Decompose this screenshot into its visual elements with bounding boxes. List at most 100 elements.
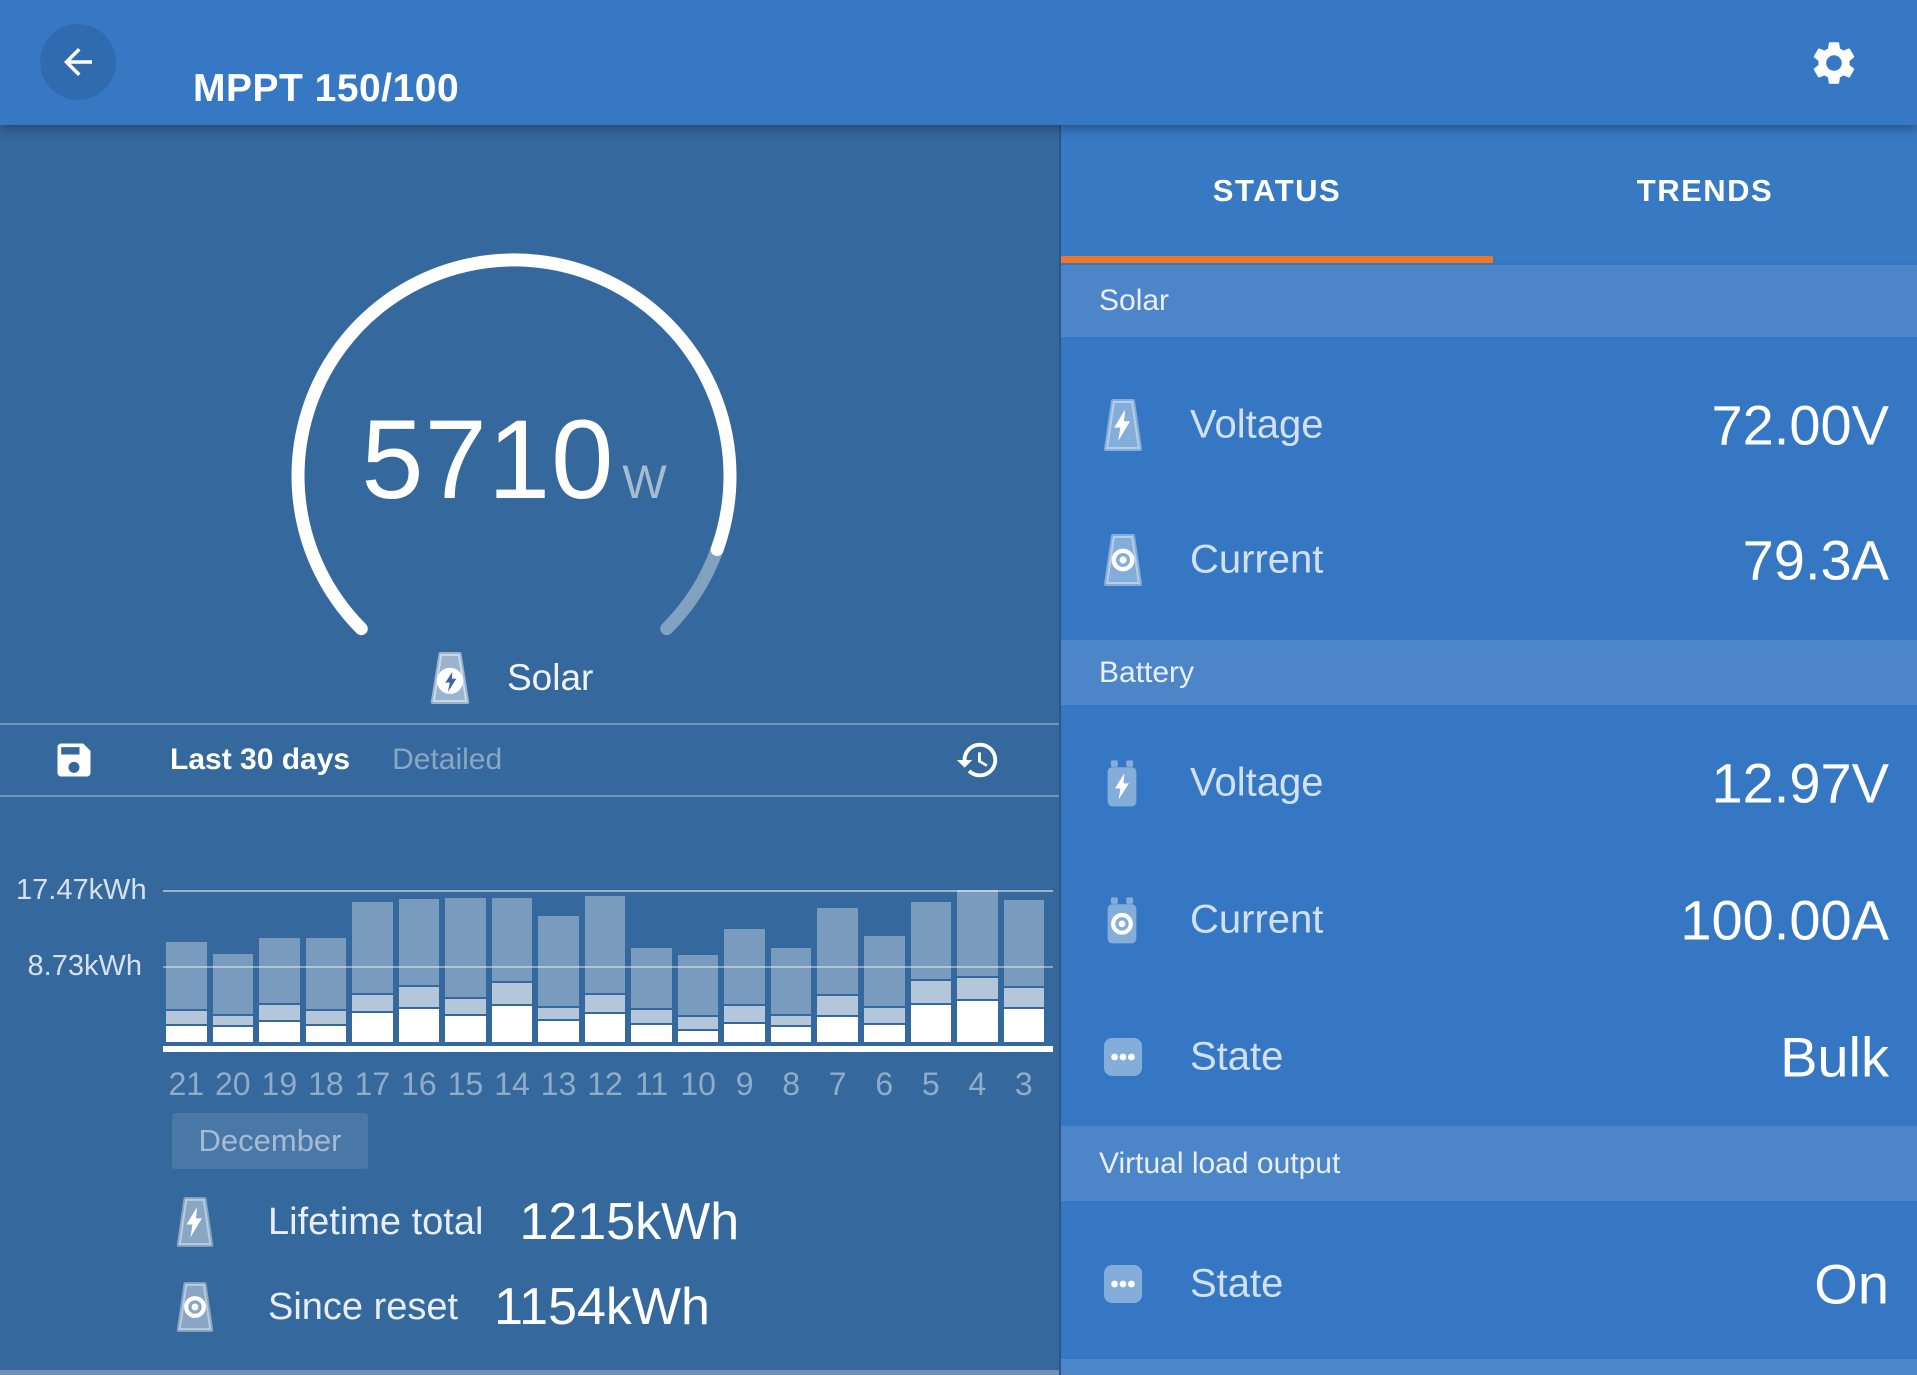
row-label: State — [1190, 1035, 1283, 1080]
segment-middle-light — [259, 1005, 300, 1020]
segment-middle-light — [585, 995, 626, 1012]
since-reset-label: Since reset — [268, 1286, 458, 1329]
settings-button[interactable] — [1808, 37, 1860, 89]
gauge-arc-remainder — [667, 550, 717, 629]
x-axis-day-labels: 2120191817161514131211109876543 — [166, 1066, 1044, 1103]
chart-bar-day-6[interactable] — [864, 936, 905, 1042]
segment-top-pale — [911, 902, 952, 979]
segment-top-pale — [864, 936, 905, 1006]
row-label: Current — [1190, 538, 1323, 583]
segment-middle-light — [817, 996, 858, 1015]
solar-panel-bolt-circle-icon — [425, 649, 475, 707]
since-reset-value: 1154kWh — [494, 1277, 710, 1337]
chart-bar-day-12[interactable] — [585, 896, 626, 1042]
chart-bar-day-13[interactable] — [538, 916, 579, 1042]
chart-bar-day-16[interactable] — [399, 899, 440, 1042]
segment-bottom-white — [864, 1025, 905, 1042]
lifetime-total-row: Lifetime total 1215kWh — [172, 1193, 739, 1251]
segment-top-pale — [306, 938, 347, 1009]
day-label: 9 — [724, 1066, 765, 1103]
back-button[interactable] — [40, 24, 116, 100]
gauge-caption: Solar — [425, 649, 593, 707]
chart-bar-day-7[interactable] — [817, 908, 858, 1042]
solar-voltage-row: Voltage 72.00V — [1061, 370, 1917, 480]
chart-bar-day-11[interactable] — [631, 948, 672, 1042]
gauge-value: 5710 — [361, 395, 614, 524]
segment-top-pale — [724, 929, 765, 1004]
y-axis-label-top: 17.47kWh — [16, 874, 142, 907]
left-panel-bottom-edge — [0, 1370, 1059, 1375]
day-label: 5 — [911, 1066, 952, 1103]
segment-bottom-white — [306, 1026, 347, 1042]
range-tab-detailed[interactable]: Detailed — [392, 743, 502, 777]
chart-bar-day-9[interactable] — [724, 929, 765, 1042]
segment-top-pale — [631, 948, 672, 1008]
chart-bar-day-15[interactable] — [445, 898, 486, 1042]
segment-middle-light — [492, 983, 533, 1004]
segment-bottom-white — [259, 1022, 300, 1042]
status-panel: STATUS TRENDS Solar Voltage 72.00V Curre… — [1061, 125, 1917, 1375]
state-dots-icon — [1099, 1033, 1147, 1081]
save-icon[interactable] — [52, 738, 96, 782]
segment-top-pale — [957, 890, 998, 976]
daily-yield-bar-chart — [166, 872, 1044, 1042]
segment-top-pale — [352, 902, 393, 993]
chart-baseline — [163, 1046, 1053, 1052]
segment-top-pale — [445, 898, 486, 997]
tab-status[interactable]: STATUS — [1061, 125, 1493, 256]
segment-top-pale — [399, 899, 440, 985]
segment-middle-light — [352, 995, 393, 1011]
day-label: 6 — [864, 1066, 905, 1103]
day-label: 4 — [957, 1066, 998, 1103]
segment-bottom-white — [817, 1017, 858, 1042]
section-header-virtual-load-output: Virtual load output — [1061, 1126, 1917, 1201]
segment-top-pale — [1004, 900, 1045, 986]
segment-middle-light — [213, 1016, 254, 1025]
battery-state-row: State Bulk — [1061, 1002, 1917, 1112]
history-icon[interactable] — [955, 737, 1001, 783]
row-value: Bulk — [1780, 1025, 1889, 1090]
segment-bottom-white — [911, 1005, 952, 1042]
load-state-row: State On — [1061, 1229, 1917, 1339]
segment-top-pale — [538, 916, 579, 1006]
chart-bar-day-14[interactable] — [492, 898, 533, 1042]
day-label: 3 — [1004, 1066, 1045, 1103]
history-toolbar: Last 30 days Detailed — [0, 723, 1059, 797]
segment-bottom-white — [678, 1031, 719, 1042]
chart-bar-day-17[interactable] — [352, 902, 393, 1042]
chart-bar-day-19[interactable] — [259, 938, 300, 1042]
tab-trends[interactable]: TRENDS — [1493, 125, 1917, 256]
section-header-solar: Solar — [1061, 265, 1917, 337]
segment-middle-light — [724, 1006, 765, 1022]
chart-bar-day-18[interactable] — [306, 938, 347, 1042]
solar-panel-bolt-icon — [1099, 397, 1147, 453]
segment-bottom-white — [1004, 1009, 1045, 1042]
segment-bottom-white — [352, 1013, 393, 1042]
chart-bar-day-20[interactable] — [213, 954, 254, 1042]
range-tab-last-30-days[interactable]: Last 30 days — [170, 743, 350, 777]
chart-bar-day-4[interactable] — [957, 890, 998, 1042]
chart-bar-day-10[interactable] — [678, 955, 719, 1042]
chart-bar-day-8[interactable] — [771, 948, 812, 1042]
segment-bottom-white — [492, 1006, 533, 1042]
chart-bar-day-5[interactable] — [911, 902, 952, 1042]
day-label: 7 — [817, 1066, 858, 1103]
chart-bar-day-21[interactable] — [166, 942, 207, 1042]
gauge-readout: 5710 W — [254, 395, 774, 524]
active-tab-indicator — [1061, 256, 1493, 263]
chart-bar-day-3[interactable] — [1004, 900, 1045, 1042]
segment-top-pale — [259, 938, 300, 1003]
segment-bottom-white — [957, 1001, 998, 1042]
page-title: MPPT 150/100 — [193, 26, 459, 151]
segment-top-pale — [492, 898, 533, 981]
day-label: 18 — [306, 1066, 347, 1103]
segment-bottom-white — [166, 1026, 207, 1042]
segment-middle-light — [911, 981, 952, 1003]
day-label: 21 — [166, 1066, 207, 1103]
back-arrow-icon — [57, 41, 99, 83]
status-trends-tabbar: STATUS TRENDS — [1061, 125, 1917, 263]
segment-top-pale — [166, 942, 207, 1009]
gauge-unit: W — [622, 454, 666, 509]
segment-top-pale — [678, 955, 719, 1015]
since-reset-row: Since reset 1154kWh — [172, 1278, 710, 1336]
